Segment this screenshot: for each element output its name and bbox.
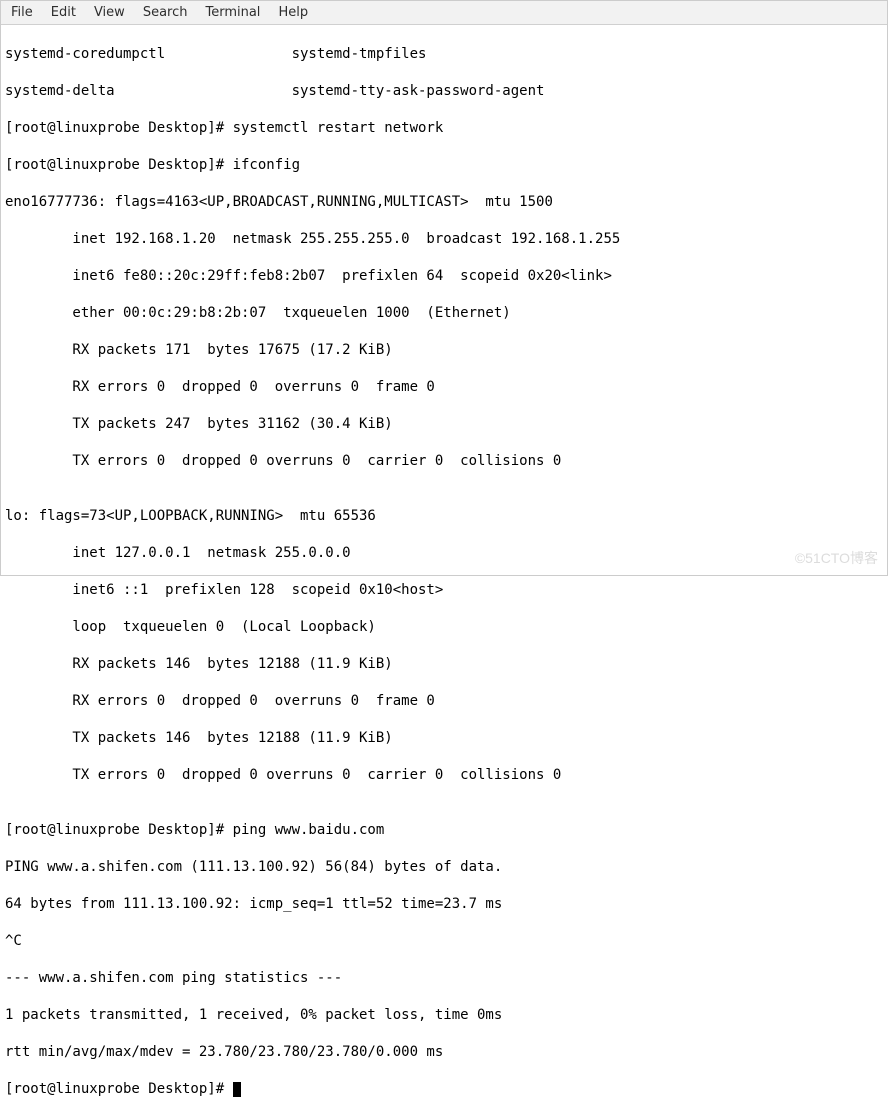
menu-edit[interactable]: Edit [51,5,76,20]
output-line: TX errors 0 dropped 0 overruns 0 carrier… [5,766,883,784]
menu-help[interactable]: Help [278,5,308,20]
output-line: inet6 ::1 prefixlen 128 scopeid 0x10<hos… [5,581,883,599]
prompt-line-current[interactable]: [root@linuxprobe Desktop]# [5,1080,883,1098]
terminal-output[interactable]: systemd-coredumpctl systemd-tmpfiles sys… [1,25,887,1119]
prompt-text: [root@linuxprobe Desktop]# [5,1081,233,1097]
output-line: RX packets 171 bytes 17675 (17.2 KiB) [5,341,883,359]
output-line: TX packets 146 bytes 12188 (11.9 KiB) [5,729,883,747]
output-line: 1 packets transmitted, 1 received, 0% pa… [5,1006,883,1024]
output-line: RX errors 0 dropped 0 overruns 0 frame 0 [5,692,883,710]
menu-search[interactable]: Search [143,5,188,20]
prompt-line: [root@linuxprobe Desktop]# ping www.baid… [5,821,883,839]
output-line: TX packets 247 bytes 31162 (30.4 KiB) [5,415,883,433]
menu-view[interactable]: View [94,5,125,20]
menu-file[interactable]: File [11,5,33,20]
output-line: --- www.a.shifen.com ping statistics --- [5,969,883,987]
output-line: lo: flags=73<UP,LOOPBACK,RUNNING> mtu 65… [5,507,883,525]
output-line: RX errors 0 dropped 0 overruns 0 frame 0 [5,378,883,396]
prompt-line: [root@linuxprobe Desktop]# systemctl res… [5,119,883,137]
output-line: systemd-coredumpctl systemd-tmpfiles [5,45,883,63]
output-line: 64 bytes from 111.13.100.92: icmp_seq=1 … [5,895,883,913]
output-line: eno16777736: flags=4163<UP,BROADCAST,RUN… [5,193,883,211]
menu-terminal[interactable]: Terminal [205,5,260,20]
output-line: ^C [5,932,883,950]
output-line: ether 00:0c:29:b8:2b:07 txqueuelen 1000 … [5,304,883,322]
prompt-line: [root@linuxprobe Desktop]# ifconfig [5,156,883,174]
output-line: inet 192.168.1.20 netmask 255.255.255.0 … [5,230,883,248]
output-line: TX errors 0 dropped 0 overruns 0 carrier… [5,452,883,470]
output-line: rtt min/avg/max/mdev = 23.780/23.780/23.… [5,1043,883,1061]
output-line: inet 127.0.0.1 netmask 255.0.0.0 [5,544,883,562]
output-line: inet6 fe80::20c:29ff:feb8:2b07 prefixlen… [5,267,883,285]
cursor-block [233,1082,241,1097]
output-line: loop txqueuelen 0 (Local Loopback) [5,618,883,636]
menubar: File Edit View Search Terminal Help [1,1,887,25]
output-line: RX packets 146 bytes 12188 (11.9 KiB) [5,655,883,673]
output-line: systemd-delta systemd-tty-ask-password-a… [5,82,883,100]
output-line: PING www.a.shifen.com (111.13.100.92) 56… [5,858,883,876]
